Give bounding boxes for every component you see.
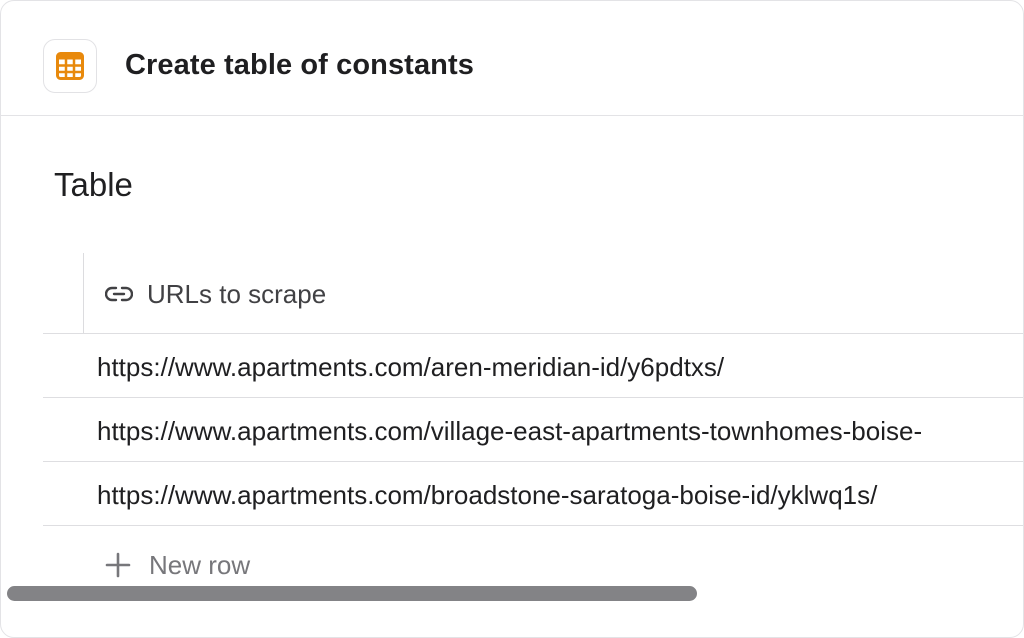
table-row[interactable]: https://www.apartments.com/broadstone-sa…	[97, 479, 877, 511]
row-divider	[43, 333, 1023, 334]
plus-icon	[105, 552, 131, 578]
constants-table-card: Create table of constants Table URLs to …	[0, 0, 1024, 638]
row-divider	[43, 397, 1023, 398]
row-divider	[43, 461, 1023, 462]
row-divider	[43, 525, 1023, 526]
column-header-urls[interactable]: URLs to scrape	[105, 275, 326, 313]
new-row-button[interactable]: New row	[105, 547, 250, 583]
table-row[interactable]: https://www.apartments.com/aren-meridian…	[97, 351, 724, 383]
link-icon	[105, 286, 133, 302]
table-row[interactable]: https://www.apartments.com/village-east-…	[97, 415, 922, 447]
new-row-label: New row	[149, 549, 251, 580]
column-divider	[83, 253, 84, 333]
card-header: Create table of constants	[1, 1, 1023, 116]
column-header-label: URLs to scrape	[147, 278, 327, 309]
horizontal-scrollbar[interactable]	[7, 586, 697, 601]
table-icon-badge	[43, 39, 97, 93]
section-title: Table	[54, 166, 133, 203]
table-icon	[56, 52, 84, 80]
page-title: Create table of constants	[125, 49, 474, 81]
